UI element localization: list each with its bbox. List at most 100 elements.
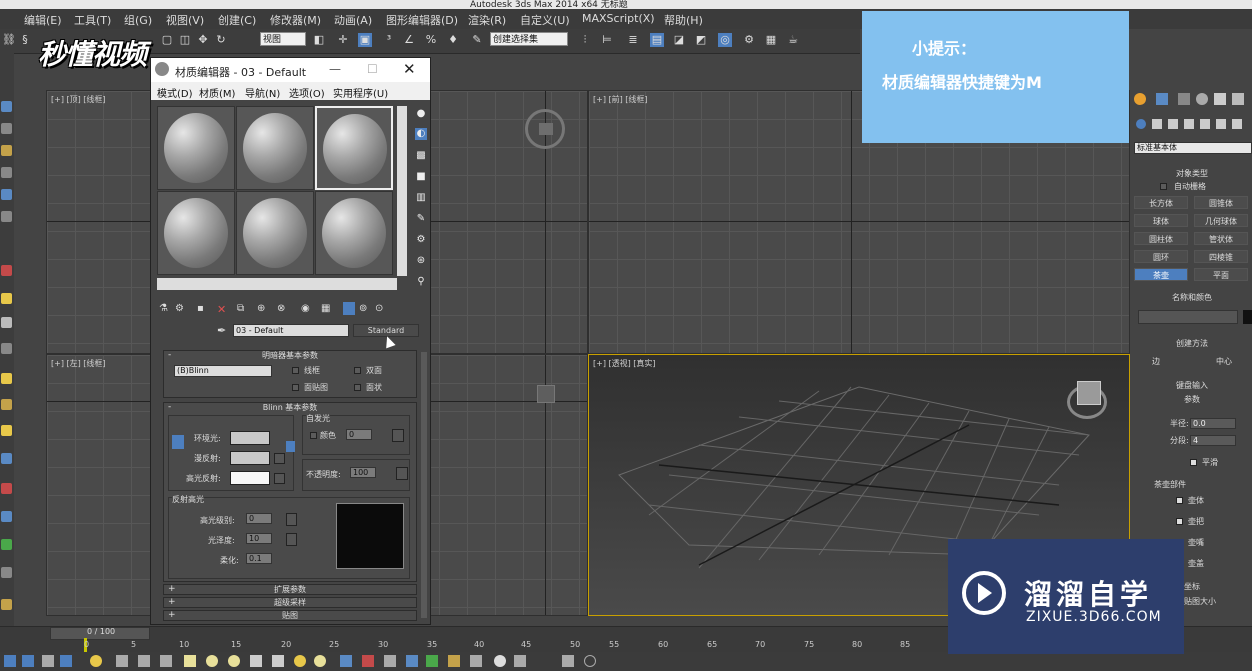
tool-icon[interactable]: [160, 655, 172, 667]
menu-group[interactable]: 组(G): [124, 12, 152, 28]
named-selection-set-dropdown[interactable]: 创建选择集: [490, 32, 568, 46]
material-slot[interactable]: [236, 191, 314, 275]
go-forward-sibling-icon[interactable]: ⊙: [375, 303, 383, 314]
sample-type-icon[interactable]: ●: [415, 108, 427, 120]
opacity-map-button[interactable]: [396, 467, 408, 480]
face-map-checkbox[interactable]: [292, 384, 299, 391]
lock-ambient-diffuse-icon[interactable]: [172, 435, 184, 449]
tool-icon[interactable]: [1, 539, 12, 550]
tool-icon[interactable]: [294, 655, 306, 667]
ambient-color-swatch[interactable]: [230, 431, 270, 445]
extended-params-title[interactable]: 扩展参数: [164, 585, 416, 595]
edit-named-sets-icon[interactable]: ✎: [470, 33, 484, 47]
tool-icon[interactable]: [1, 343, 12, 354]
self-illum-map-button[interactable]: [392, 429, 404, 442]
modify-tab-icon[interactable]: [1156, 93, 1168, 105]
blinn-rollout-title[interactable]: Blinn 基本参数: [164, 403, 416, 413]
tool-icon[interactable]: [1, 567, 12, 578]
window-crossing-icon[interactable]: ◫: [178, 33, 192, 47]
wire-checkbox[interactable]: [292, 367, 299, 374]
material-map-navigator-icon[interactable]: ⚲: [415, 276, 427, 288]
menu-views[interactable]: 视图(V): [166, 12, 204, 28]
cylinder-button[interactable]: 圆柱体: [1134, 232, 1188, 245]
menu-maxscript[interactable]: MAXScript(X): [582, 12, 655, 25]
create-tab-icon[interactable]: [1134, 93, 1146, 105]
select-region-icon[interactable]: ▢: [160, 33, 174, 47]
backlight-icon[interactable]: ◐: [415, 128, 427, 140]
maximize-button[interactable]: ☐: [367, 62, 378, 76]
name-color-header[interactable]: 名称和颜色: [1134, 292, 1250, 303]
viewport-label[interactable]: [+] [左] [线框]: [51, 358, 106, 369]
supersampling-rollout[interactable]: + 超级采样: [163, 597, 417, 608]
utilities-tab-icon[interactable]: [1232, 93, 1244, 105]
keyboard-shortcut-icon[interactable]: ▣: [358, 33, 372, 47]
specular-map-button[interactable]: [274, 473, 285, 484]
link-icon[interactable]: ⛓: [2, 33, 16, 47]
show-map-icon[interactable]: ▦: [321, 303, 330, 314]
menu-create[interactable]: 创建(C): [218, 12, 256, 28]
geometry-icon[interactable]: [1136, 119, 1146, 129]
percent-snap-icon[interactable]: %: [424, 33, 438, 47]
torus-button[interactable]: 圆环: [1134, 250, 1188, 263]
tool-icon[interactable]: [60, 655, 72, 667]
object-color-swatch[interactable]: [1243, 310, 1252, 324]
menu-graph-editors[interactable]: 图形编辑器(D): [386, 12, 458, 28]
cameras-icon[interactable]: [1184, 119, 1194, 129]
teapot-button[interactable]: 茶壶: [1134, 268, 1188, 281]
make-preview-icon[interactable]: ✎: [415, 213, 427, 225]
tool-icon[interactable]: [1, 317, 12, 328]
menu-help[interactable]: 帮助(H): [664, 12, 703, 28]
tool-icon[interactable]: [1, 211, 12, 222]
slots-horizontal-scrollbar[interactable]: [157, 278, 397, 290]
geosphere-button[interactable]: 几何球体: [1194, 214, 1248, 227]
tool-icon[interactable]: [448, 655, 460, 667]
tool-icon[interactable]: [138, 655, 150, 667]
tool-icon[interactable]: [494, 655, 506, 667]
reset-map-icon[interactable]: ✕: [217, 303, 226, 316]
shader-rollout-title[interactable]: 明暗器基本参数: [164, 351, 416, 361]
tool-icon[interactable]: [1, 453, 12, 464]
creation-method-header[interactable]: 创建方法: [1134, 338, 1250, 349]
spec-level-spinner[interactable]: 0: [246, 513, 272, 524]
put-to-library-icon[interactable]: ⊗: [277, 303, 285, 314]
tool-icon[interactable]: [206, 655, 218, 667]
curve-editor-icon[interactable]: ◪: [672, 33, 686, 47]
move-icon[interactable]: ✥: [196, 33, 210, 47]
viewport-label[interactable]: [+] [顶] [线框]: [51, 94, 106, 105]
close-icon[interactable]: ✕: [403, 60, 416, 78]
slots-vertical-scrollbar[interactable]: [397, 106, 407, 276]
tool-icon[interactable]: [272, 655, 284, 667]
select-by-material-icon[interactable]: ⊛: [415, 255, 427, 267]
segments-spinner[interactable]: 4: [1190, 435, 1236, 446]
rotate-icon[interactable]: ↻: [214, 33, 228, 47]
shapes-icon[interactable]: [1152, 119, 1162, 129]
snap-3d-icon[interactable]: ³: [382, 33, 396, 47]
material-slot[interactable]: [157, 191, 235, 275]
select-manipulate-icon[interactable]: ✛: [336, 33, 350, 47]
tool-icon[interactable]: [90, 655, 102, 667]
tool-icon[interactable]: [1, 599, 12, 610]
lights-icon[interactable]: [1168, 119, 1178, 129]
self-illum-spinner[interactable]: 0: [346, 429, 372, 440]
angle-snap-icon[interactable]: ∠: [402, 33, 416, 47]
command-tabs[interactable]: [1132, 92, 1250, 108]
primitive-type-dropdown[interactable]: 标准基本体: [1134, 142, 1252, 154]
put-to-scene-icon[interactable]: ⚙: [175, 303, 184, 314]
sphere-button[interactable]: 球体: [1134, 214, 1188, 227]
rollout-scrollbar[interactable]: [421, 352, 427, 618]
maps-title[interactable]: 贴图: [164, 611, 416, 621]
tool-icon[interactable]: [1, 101, 12, 112]
object-type-header[interactable]: 对象类型: [1134, 168, 1250, 179]
tool-icon[interactable]: [470, 655, 482, 667]
me-menu-material[interactable]: 材质(M): [199, 85, 235, 100]
viewport-label[interactable]: [+] [前] [线框]: [593, 94, 648, 105]
tool-icon[interactable]: [1, 483, 12, 494]
minimize-button[interactable]: —: [329, 62, 341, 76]
time-slider[interactable]: 0 / 100: [50, 627, 150, 640]
schematic-view-icon[interactable]: ◩: [694, 33, 708, 47]
tool-icon[interactable]: [42, 655, 54, 667]
make-unique-icon[interactable]: ⊕: [257, 303, 265, 314]
menu-customize[interactable]: 自定义(U): [520, 12, 570, 28]
tool-icon[interactable]: [184, 655, 196, 667]
menu-modifiers[interactable]: 修改器(M): [270, 12, 321, 28]
